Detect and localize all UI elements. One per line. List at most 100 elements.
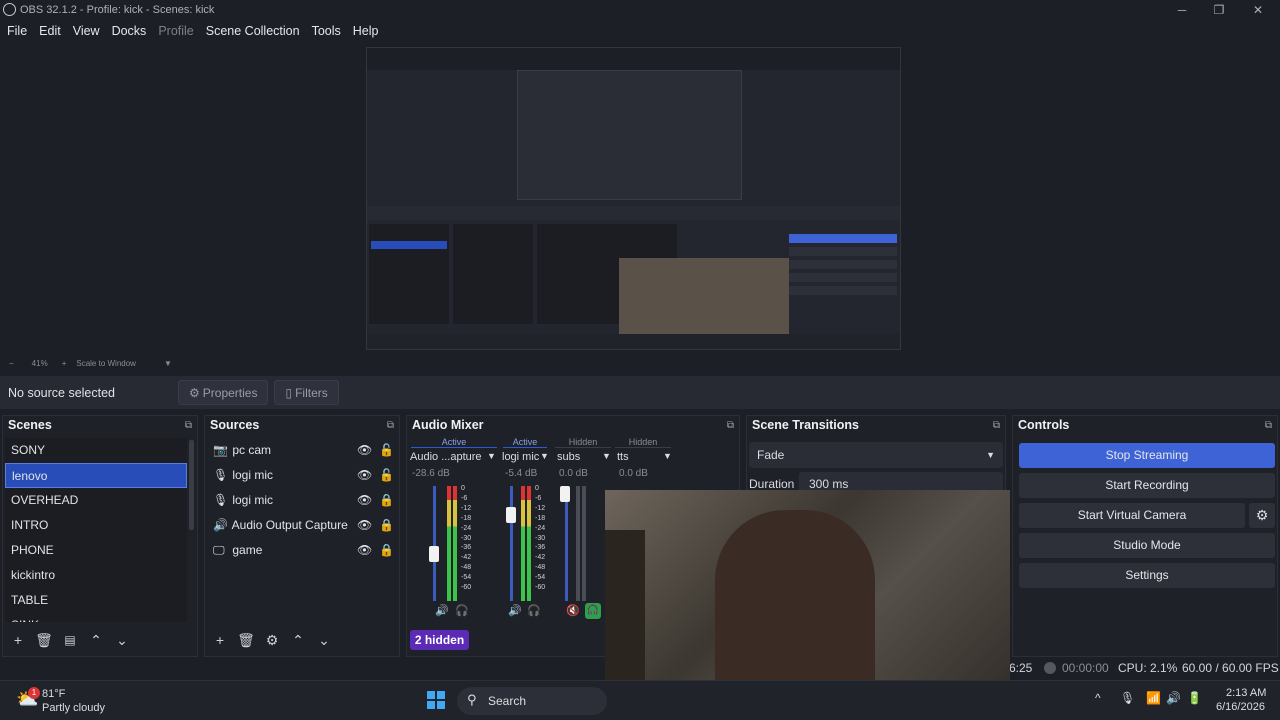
scene-item[interactable]: OVERHEAD: [5, 488, 187, 513]
notification-badge: 1: [28, 687, 40, 699]
trash-icon[interactable]: 🗑: [35, 632, 53, 649]
menu-edit[interactable]: Edit: [39, 24, 61, 38]
duration-label: Duration: [749, 477, 795, 491]
unlock-icon[interactable]: 🔓: [379, 463, 394, 488]
menu-scene-collection[interactable]: Scene Collection: [206, 24, 300, 38]
menu-tools[interactable]: Tools: [312, 24, 341, 38]
virtual-camera-settings-gear-icon[interactable]: ⚙: [1249, 503, 1275, 528]
maximize-icon[interactable]: ❐: [1211, 2, 1227, 18]
eye-icon[interactable]: 👁: [357, 438, 372, 463]
scene-item[interactable]: SINK: [5, 613, 187, 622]
eye-icon[interactable]: 👁: [357, 538, 372, 563]
volume-slider-handle[interactable]: [560, 486, 570, 502]
chevron-up-icon[interactable]: ^: [1095, 691, 1101, 705]
lock-icon[interactable]: 🔒: [379, 488, 394, 513]
filter-icon: ▯: [285, 385, 293, 400]
source-item[interactable]: 🖵 game 👁 🔒: [207, 538, 395, 563]
properties-button[interactable]: ⚙ Properties: [178, 380, 269, 405]
unlock-icon[interactable]: 🔓: [379, 438, 394, 463]
volume-icon[interactable]: 🔊: [435, 604, 449, 617]
fps-readout: 60.00 / 60.00 FPS: [1182, 661, 1279, 675]
gear-icon[interactable]: ⚙: [263, 632, 281, 649]
popout-icon[interactable]: ⧉: [993, 416, 1000, 435]
wifi-icon[interactable]: 📶: [1146, 691, 1161, 705]
headphones-off-icon[interactable]: 🎧: [527, 604, 541, 617]
popout-icon[interactable]: ⧉: [185, 416, 192, 435]
eye-icon[interactable]: 👁: [357, 463, 372, 488]
volume-slider-track[interactable]: [565, 486, 568, 601]
source-item[interactable]: 🔊 Audio Output Capture 👁 🔒: [207, 513, 395, 538]
source-item[interactable]: 🎙 logi mic 👁 🔓: [207, 463, 395, 488]
trash-icon[interactable]: 🗑: [237, 632, 255, 649]
start-recording-button[interactable]: Start Recording: [1019, 473, 1275, 498]
menu-profile[interactable]: Profile: [158, 24, 193, 38]
add-icon[interactable]: +: [9, 632, 27, 648]
menu-docks[interactable]: Docks: [112, 24, 147, 38]
volume-icon[interactable]: 🔊: [508, 604, 522, 617]
clock-time[interactable]: 2:13 AM: [1226, 687, 1266, 699]
filters-button[interactable]: ▯ Filters: [274, 380, 339, 405]
chevron-down-icon[interactable]: ▼: [602, 451, 611, 461]
search-box[interactable]: ⚲ Search: [457, 687, 607, 715]
move-up-icon[interactable]: ⌃: [289, 632, 307, 649]
level-meter: [582, 486, 586, 601]
windows-start-icon[interactable]: [427, 691, 445, 709]
monitor-icon: 🖵: [213, 543, 225, 557]
zoom-in-icon[interactable]: +: [62, 359, 67, 368]
scene-item[interactable]: PHONE: [5, 538, 187, 563]
record-indicator-icon: [1044, 662, 1056, 674]
clock-date[interactable]: 6/16/2026: [1216, 701, 1265, 713]
lock-icon[interactable]: 🔒: [379, 513, 394, 538]
settings-button[interactable]: Settings: [1019, 563, 1275, 588]
scrollbar[interactable]: [189, 440, 194, 530]
move-up-icon[interactable]: ⌃: [87, 632, 105, 649]
chevron-down-icon[interactable]: ▼: [164, 359, 172, 368]
add-icon[interactable]: +: [211, 632, 229, 648]
move-down-icon[interactable]: ⌄: [315, 632, 333, 649]
studio-mode-button[interactable]: Studio Mode: [1019, 533, 1275, 558]
popout-icon[interactable]: ⧉: [387, 416, 394, 435]
search-label: Search: [488, 694, 527, 708]
eye-icon[interactable]: 👁: [357, 513, 372, 538]
menu-view[interactable]: View: [73, 24, 100, 38]
transition-select[interactable]: Fade ▼: [749, 442, 1003, 468]
hidden-channels-badge[interactable]: 2 hidden: [410, 630, 469, 650]
level-meter: [447, 486, 451, 601]
popout-icon[interactable]: ⧉: [727, 416, 734, 435]
source-item[interactable]: 🎙 logi mic 👁 🔒: [207, 488, 395, 513]
headphones-icon[interactable]: 🎧: [585, 603, 601, 619]
scene-item[interactable]: SONY: [5, 438, 187, 463]
search-icon: ⚲: [467, 692, 477, 707]
zoom-out-icon[interactable]: −: [9, 359, 14, 368]
scene-item[interactable]: TABLE: [5, 588, 187, 613]
filter-icon[interactable]: ▤: [61, 633, 79, 647]
minimize-icon[interactable]: ─: [1174, 2, 1190, 18]
lock-icon[interactable]: 🔒: [379, 538, 394, 563]
stop-streaming-button[interactable]: Stop Streaming: [1019, 443, 1275, 468]
move-down-icon[interactable]: ⌄: [113, 632, 131, 649]
volume-slider-handle[interactable]: [506, 507, 516, 523]
volume-slider-handle[interactable]: [429, 546, 439, 562]
volume-icon[interactable]: 🔊: [1166, 691, 1181, 705]
menu-file[interactable]: File: [7, 24, 27, 38]
chevron-down-icon[interactable]: ▼: [540, 451, 549, 461]
chevron-down-icon[interactable]: ▼: [487, 451, 496, 461]
obs-logo-icon: [3, 3, 16, 16]
eye-icon[interactable]: 👁: [357, 488, 372, 513]
start-virtual-camera-button[interactable]: Start Virtual Camera: [1019, 503, 1245, 528]
scene-item[interactable]: kickintro: [5, 563, 187, 588]
source-item[interactable]: 📷 pc cam 👁 🔓: [207, 438, 395, 463]
popout-icon[interactable]: ⧉: [1265, 416, 1272, 435]
battery-icon[interactable]: 🔋: [1187, 691, 1202, 705]
scene-item[interactable]: INTRO: [5, 513, 187, 538]
volume-slider-track[interactable]: [510, 486, 513, 601]
scale-mode[interactable]: Scale to Window: [76, 359, 136, 368]
scene-item-selected[interactable]: lenovo: [5, 463, 187, 488]
microphone-icon[interactable]: 🎙: [1120, 691, 1135, 705]
mute-icon[interactable]: 🔇: [566, 604, 580, 617]
volume-slider-track[interactable]: [433, 486, 436, 601]
close-icon[interactable]: ✕: [1250, 2, 1266, 18]
headphones-off-icon[interactable]: 🎧: [455, 604, 469, 617]
chevron-down-icon[interactable]: ▼: [663, 451, 672, 461]
menu-help[interactable]: Help: [353, 24, 379, 38]
